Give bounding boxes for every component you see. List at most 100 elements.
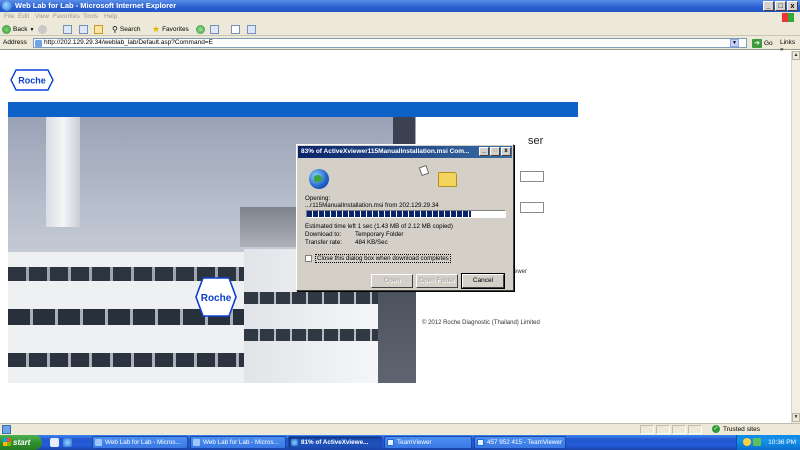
menu-edit[interactable]: Edit	[18, 13, 29, 20]
internet-explorer-icon[interactable]	[63, 438, 72, 447]
favorites-star-icon: ★	[152, 24, 161, 34]
network-icon[interactable]	[753, 438, 761, 446]
menu-view[interactable]: View	[35, 13, 49, 20]
address-dropdown-button[interactable]: ▼	[730, 39, 739, 47]
address-label: Address	[3, 39, 27, 46]
viewer-link-fragment[interactable]: ewer	[514, 269, 527, 275]
dialog-minimize-button[interactable]: _	[479, 147, 489, 156]
refresh-icon	[79, 25, 88, 34]
chevron-down-icon: ▼	[732, 40, 737, 46]
task-label: 457 952 415 - TeamViewer	[487, 439, 563, 446]
document-icon	[418, 164, 430, 177]
download-dialog: 83% of ActiveXviewer115ManualInstallatio…	[296, 144, 514, 291]
security-shield-icon[interactable]	[743, 438, 751, 446]
task-teamviewer-session[interactable]: 457 952 415 - TeamViewer	[474, 436, 566, 449]
scroll-up-button[interactable]: ▲	[792, 51, 800, 60]
login-heading: ser	[528, 135, 544, 147]
cancel-button[interactable]: Cancel	[461, 273, 505, 289]
back-button[interactable]: Back ▼	[2, 24, 34, 35]
open-folder-button: Open Folder	[416, 274, 458, 288]
task-weblab-2[interactable]: Web Lab for Lab - Micros...	[190, 436, 286, 449]
page-status-icon	[2, 425, 11, 434]
time-left-label: Estimated time left	[305, 223, 356, 230]
download-to-value: Temporary Folder	[355, 231, 404, 238]
maximize-button[interactable]: □	[775, 1, 786, 11]
go-label: Go	[764, 39, 773, 47]
close-button[interactable]: x	[787, 1, 798, 11]
home-button[interactable]	[94, 24, 103, 35]
history-icon	[210, 25, 219, 34]
system-tray: 10:36 PM	[736, 435, 800, 450]
address-url: http://202.129.29.34/weblab_lab/Default.…	[44, 39, 213, 46]
task-teamviewer[interactable]: TeamViewer	[384, 436, 472, 449]
open-button: Open	[371, 274, 413, 288]
internet-explorer-icon	[2, 1, 12, 11]
history-button[interactable]	[210, 24, 219, 35]
window-row	[244, 292, 384, 304]
media-icon	[196, 25, 205, 34]
show-desktop-icon[interactable]	[50, 438, 59, 447]
close-when-done-checkbox[interactable]: Close this dialog box when download comp…	[305, 254, 451, 263]
windows-flag-icon	[782, 13, 794, 22]
dialog-maximize-button: □	[490, 147, 500, 156]
menu-help[interactable]: Help	[104, 13, 117, 20]
stop-icon	[63, 25, 72, 34]
opening-file: ...r115ManualInstallation.msi from 202.1…	[305, 202, 439, 209]
task-label: TeamViewer	[397, 439, 432, 446]
header-band	[8, 102, 578, 117]
username-input[interactable]	[520, 171, 544, 182]
refresh-button[interactable]	[79, 24, 88, 35]
dialog-close-button[interactable]: x	[501, 147, 511, 156]
menu-file[interactable]: File	[4, 13, 14, 20]
window-row	[244, 329, 384, 341]
standard-toolbar: Back ▼ ⚲ Search ★ Favorites	[0, 23, 800, 36]
menu-favorites[interactable]: Favorites	[53, 13, 80, 20]
teamviewer-icon	[387, 439, 394, 446]
download-to-label: Download to:	[305, 231, 342, 238]
go-arrow-icon: ➔	[752, 38, 762, 48]
checkbox-box[interactable]	[305, 255, 312, 262]
download-progress-bar	[306, 210, 506, 218]
folder-icon	[438, 172, 457, 187]
opening-label: Opening:	[305, 195, 331, 202]
zone-label: Trusted sites	[723, 425, 760, 433]
time-left-value: 1 sec (1.43 MB of 2.12 MB copied)	[357, 223, 453, 230]
go-button[interactable]: ➔ Go	[752, 38, 773, 48]
search-icon: ⚲	[112, 25, 118, 34]
menu-bar: File Edit View Favorites Tools Help	[0, 12, 800, 23]
stop-button[interactable]	[63, 24, 72, 35]
scroll-down-button[interactable]: ▼	[792, 413, 800, 422]
roche-logo[interactable]: Roche	[10, 69, 54, 91]
password-input[interactable]	[520, 202, 544, 213]
mail-icon	[231, 25, 240, 34]
search-button[interactable]: ⚲ Search	[112, 24, 140, 35]
favorites-button[interactable]: ★ Favorites	[152, 24, 189, 35]
minimize-button[interactable]: _	[763, 1, 774, 11]
roche-logo-text: Roche	[18, 76, 46, 86]
download-progress-fill	[307, 211, 472, 217]
media-button[interactable]	[196, 24, 205, 35]
security-zone: ✓ Trusted sites	[712, 425, 760, 433]
favorites-label: Favorites	[162, 26, 189, 33]
download-globe-icon	[291, 439, 298, 446]
mail-button[interactable]	[231, 24, 240, 35]
windows-taskbar: start Web Lab for Lab - Micros... Web La…	[0, 435, 800, 450]
chevron-down-icon: ▼	[29, 26, 35, 33]
task-label: Web Lab for Lab - Micros...	[105, 439, 181, 446]
clock: 10:36 PM	[768, 439, 796, 446]
menu-tools[interactable]: Tools	[83, 13, 98, 20]
search-label: Search	[119, 26, 141, 33]
address-input[interactable]: http://202.129.29.34/weblab_lab/Default.…	[33, 38, 747, 48]
dialog-controls: _ □ x	[479, 147, 511, 156]
chimney	[46, 117, 80, 227]
task-weblab-1[interactable]: Web Lab for Lab - Micros...	[92, 436, 188, 449]
trusted-check-icon: ✓	[712, 425, 720, 433]
status-panel	[640, 425, 654, 434]
task-download[interactable]: 81% of ActiveXviewe...	[288, 436, 382, 449]
start-button[interactable]: start	[0, 435, 42, 450]
ie-page-icon	[193, 439, 200, 446]
vertical-scrollbar[interactable]: ▲ ▼	[791, 51, 800, 423]
forward-button[interactable]	[38, 24, 47, 35]
print-button[interactable]	[247, 24, 256, 35]
close-when-done-label[interactable]: Close this dialog box when download comp…	[315, 254, 451, 263]
